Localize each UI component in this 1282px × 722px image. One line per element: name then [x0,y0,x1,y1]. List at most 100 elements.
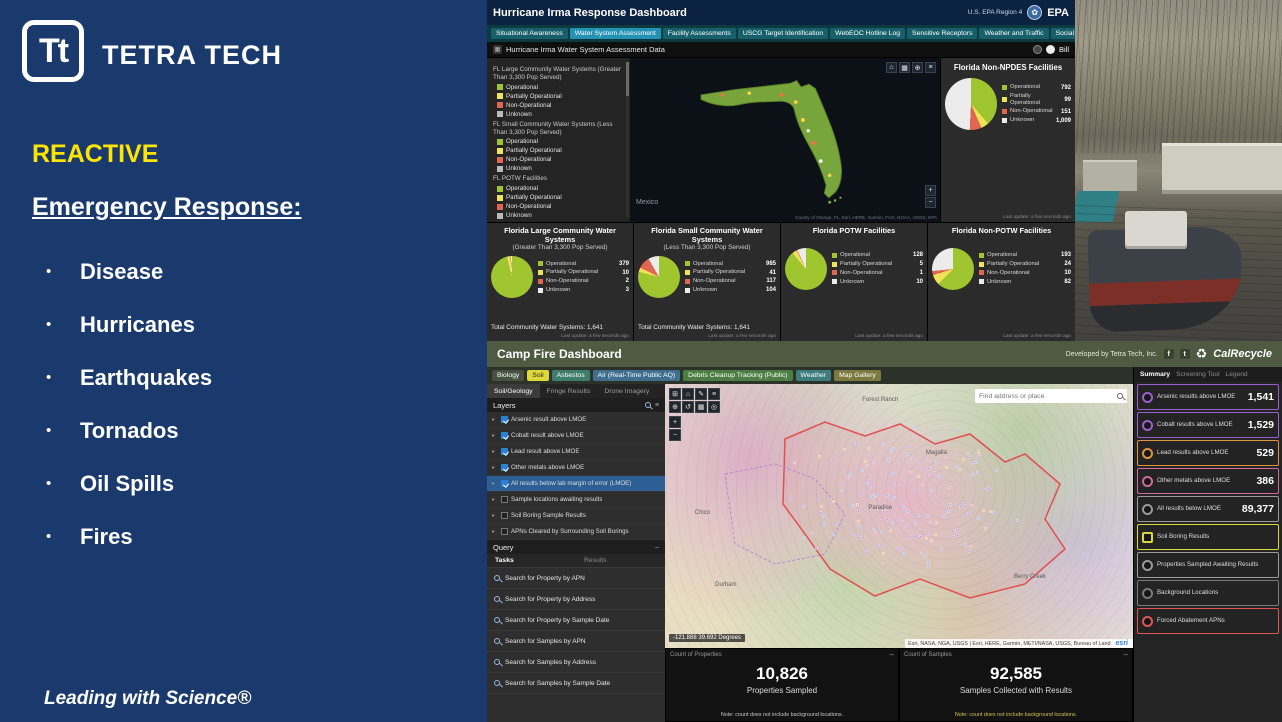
home-icon[interactable]: ⌂ [682,388,694,400]
irma-tab[interactable]: Weather and Traffic [979,28,1049,39]
facebook-icon[interactable]: f [1163,349,1174,359]
search-task-item[interactable]: Search for Samples by Sample Date [487,673,665,694]
summary-item[interactable]: Soil Boring Results [1137,524,1279,550]
basemap-icon[interactable]: ▦ [695,401,707,413]
layer-item[interactable]: ▸ Sample locations awaiting results [487,492,665,508]
expand-icon[interactable]: ▸ [492,464,498,471]
summary-item[interactable]: Cobalt results above LMOE 1,529 [1137,412,1279,438]
layer-item[interactable]: ▸ Lead result above LMOE [487,444,665,460]
home-icon[interactable]: ⌂ [886,62,897,73]
search-task-item[interactable]: Search for Samples by Address [487,652,665,673]
search-icon[interactable] [1117,393,1123,399]
summary-item[interactable]: Forced Abatement APNs [1137,608,1279,634]
query-tab[interactable]: Tasks [487,557,576,564]
irma-tab[interactable]: WebEOC Hotline Log [830,28,906,39]
layer-item[interactable]: ▸ All results below lab margin of error … [487,476,665,492]
layer-panel-tab[interactable]: Fringe Results [540,384,598,398]
zoom-out-button[interactable]: − [925,197,936,208]
layer-item[interactable]: ▸ Cobalt result above LMOE [487,428,665,444]
expand-icon[interactable]: ▸ [492,416,498,423]
menu-icon[interactable]: ≡ [708,388,720,400]
scrollbar[interactable] [626,62,629,217]
summary-item[interactable]: Other metals above LMOE 386 [1137,468,1279,494]
draw-icon[interactable]: ✎ [695,388,707,400]
zoom-in-button[interactable]: + [925,185,936,196]
layer-panel-tab[interactable]: Drone Imagery [597,384,656,398]
summary-tab[interactable]: Summary [1140,371,1170,378]
query-tabs: Tasks Results [487,554,665,568]
expand-icon[interactable]: ▸ [492,528,498,535]
notifications-icon[interactable] [1032,45,1042,54]
search-task-item[interactable]: Search for Property by APN [487,568,665,589]
florida-map[interactable]: ⌂ ▦ ⊕ ≡ + − Mexico County of Orange, FL,… [630,58,940,222]
irma-tab[interactable]: USCG Target Identification [737,28,829,39]
expand-icon[interactable]: ▸ [492,512,498,519]
epa-region-label: U.S. EPA Region 4 [967,9,1023,16]
layer-checkbox[interactable] [501,432,508,439]
locate-icon[interactable]: ◎ [708,401,720,413]
campfire-tab[interactable]: Weather [795,370,832,381]
expand-icon[interactable]: ▸ [492,448,498,455]
irma-tab[interactable]: Water System Assessment [569,28,661,39]
layer-checkbox[interactable] [501,528,508,535]
zoom-in-button[interactable]: + [669,416,681,428]
zoom-out-button[interactable]: − [669,429,681,441]
layer-panel-tabs: Soil/Geology Fringe Results Drone Imagery [487,384,665,398]
collapse-icon[interactable]: – [1124,650,1128,659]
summary-item[interactable]: Lead results above LMOE 529 [1137,440,1279,466]
search-task-item[interactable]: Search for Property by Sample Date [487,610,665,631]
non-potw-panel: Florida Non-POTW Facilities Operational … [928,223,1075,341]
add-layer-icon[interactable]: ⊕ [669,401,681,413]
legend-swatch [497,147,503,154]
irma-tab[interactable]: Situational Awareness [491,28,568,39]
fullscreen-icon[interactable]: ⊞ [669,388,681,400]
irma-tab[interactable]: Sensitive Receptors [907,28,978,39]
add-icon[interactable]: ⊕ [912,62,923,73]
layer-checkbox[interactable] [501,464,508,471]
search-icon[interactable] [644,402,651,408]
summary-tab[interactable]: Legend [1226,371,1248,378]
layer-item[interactable]: ▸ APNs Cleared by Surrounding Soil Borin… [487,524,665,540]
menu-icon[interactable]: ≡ [655,402,659,409]
campfire-map[interactable]: Forest Ranch Magalia Paradise Chico Durham Be… [665,384,1133,648]
layer-checkbox[interactable] [501,448,508,455]
collapse-icon[interactable]: – [890,650,894,659]
map-search-box[interactable] [975,389,1127,403]
layer-checkbox[interactable] [501,480,508,487]
summary-item[interactable]: Background Locations [1137,580,1279,606]
summary-item[interactable]: Properties Sampled Awaiting Results [1137,552,1279,578]
campfire-tab[interactable]: Map Gallery [834,370,881,381]
basemap-icon[interactable]: ▦ [899,62,910,73]
menu-icon[interactable]: ≡ [925,62,936,73]
campfire-tab[interactable]: Air (Real-Time Public AQ) [592,370,681,381]
expand-icon[interactable]: ▸ [492,432,498,439]
collapse-icon[interactable]: – [655,544,659,551]
expand-icon[interactable]: ▸ [492,480,498,487]
map-icon[interactable]: ▦ [493,45,502,54]
campfire-tab[interactable]: Asbestos [551,370,590,381]
layer-checkbox[interactable] [501,416,508,423]
search-task-item[interactable]: Search for Property by Address [487,589,665,610]
irma-tab[interactable]: Facility Assessments [662,28,736,39]
layer-checkbox[interactable] [501,496,508,503]
layer-item[interactable]: ▸ Arsenic result above LMOE [487,412,665,428]
twitter-icon[interactable]: t [1179,349,1190,359]
user-avatar[interactable] [1045,45,1055,54]
expand-icon[interactable]: ▸ [492,496,498,503]
query-tab[interactable]: Results [576,557,665,564]
layer-item[interactable]: ▸ Other metals above LMOE [487,460,665,476]
summary-tab[interactable]: Screening Tool [1176,371,1220,378]
search-input[interactable] [979,392,1114,400]
search-task-item[interactable]: Search for Samples by APN [487,631,665,652]
layer-checkbox[interactable] [501,512,508,519]
campfire-tab[interactable]: Biology [492,370,525,381]
refresh-icon[interactable]: ↺ [682,401,694,413]
campfire-tab[interactable]: Debris Cleanup Tracking (Public) [683,370,793,381]
summary-item[interactable]: All results below LMOE 89,377 [1137,496,1279,522]
campfire-tab[interactable]: Soil [527,370,549,381]
status-ring-icon [1142,587,1153,599]
layer-item[interactable]: ▸ Soil Boring Sample Results [487,508,665,524]
bullet-label: Tornados [80,417,179,443]
layer-panel-tab[interactable]: Soil/Geology [487,384,540,398]
summary-item[interactable]: Arsenic results above LMOE 1,541 [1137,384,1279,410]
